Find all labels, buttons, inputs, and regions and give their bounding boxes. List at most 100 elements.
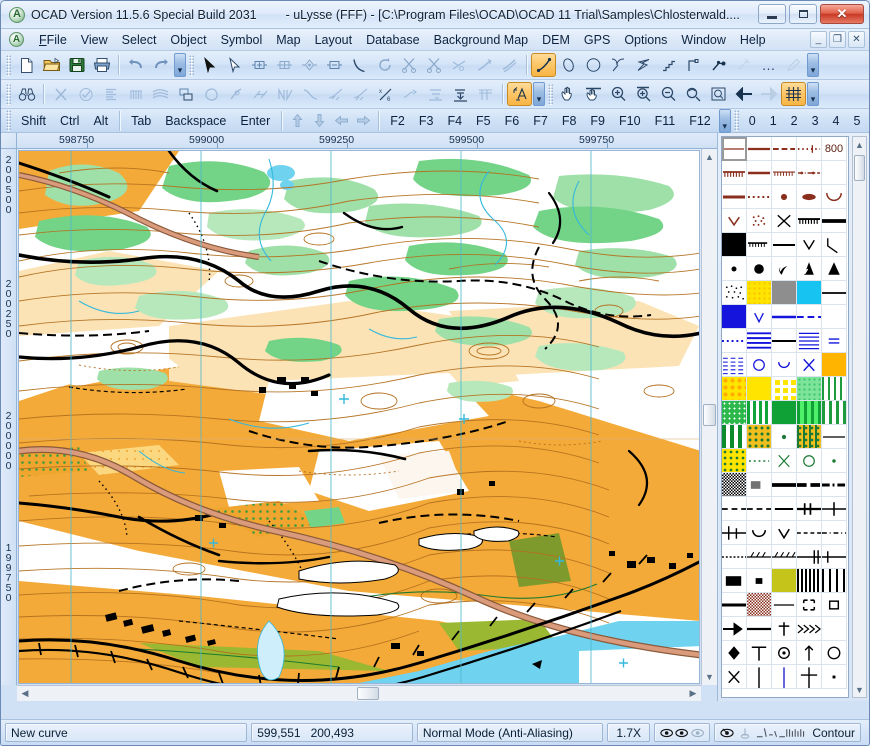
- symbol-tower-t[interactable]: [747, 641, 772, 665]
- symbol-wall-solid[interactable]: [722, 593, 747, 617]
- symbol-cross-x[interactable]: [722, 665, 747, 689]
- keybar-overflow-button[interactable]: ▾: [718, 108, 731, 133]
- symbol-sel-contour-line[interactable]: [722, 137, 747, 161]
- symbol-cultivated-land-olive[interactable]: [772, 569, 797, 593]
- key-shift[interactable]: Shift: [14, 111, 53, 131]
- symbol-single-tree-dot[interactable]: [772, 425, 797, 449]
- symbol-vegetation-lt-green[interactable]: [797, 377, 822, 401]
- menu-item-layout[interactable]: Layout: [308, 31, 360, 49]
- symbol-undergrowth-green[interactable]: [722, 425, 747, 449]
- key-5[interactable]: 5: [847, 111, 868, 131]
- forward-arrow-icon[interactable]: [756, 82, 781, 106]
- menu-item-map[interactable]: Map: [269, 31, 307, 49]
- symbol-earthbank-tick[interactable]: [722, 161, 747, 185]
- symbol-cave-symbol[interactable]: [772, 257, 797, 281]
- toolbar-overflow-button-4[interactable]: ▾: [807, 82, 819, 106]
- symbol-orchard-dots[interactable]: [747, 425, 772, 449]
- trace-icon[interactable]: [731, 53, 756, 77]
- redo-icon[interactable]: [148, 53, 173, 77]
- scroll-left-arrow-icon[interactable]: ◀: [18, 686, 32, 701]
- select-arrow-icon[interactable]: [197, 53, 222, 77]
- palette-scroll-up-arrow-icon[interactable]: ▲: [853, 138, 866, 151]
- symbol-forest-stripes-green[interactable]: [747, 401, 772, 425]
- key-f10[interactable]: F10: [612, 111, 648, 131]
- symbol-blank-2[interactable]: [822, 305, 847, 329]
- menu-item-window[interactable]: Window: [674, 31, 732, 49]
- zoom-out-icon[interactable]: [656, 82, 681, 106]
- symbol-tree-circle[interactable]: [797, 449, 822, 473]
- symbol-boulder-dot-large[interactable]: [747, 257, 772, 281]
- keybar-grip[interactable]: [6, 110, 11, 131]
- palette-scroll-down-arrow-icon[interactable]: ▼: [853, 683, 866, 696]
- print-icon[interactable]: [89, 53, 114, 77]
- key-ctrl[interactable]: Ctrl: [53, 111, 86, 131]
- key-f4[interactable]: F4: [440, 111, 469, 131]
- pan-hand-icon[interactable]: [556, 82, 581, 106]
- curve-tool-icon[interactable]: [531, 53, 556, 77]
- key-f3[interactable]: F3: [412, 111, 441, 131]
- left-arrow-icon[interactable]: [330, 111, 352, 131]
- key-2[interactable]: 2: [784, 111, 805, 131]
- menu-item-symbol[interactable]: Symbol: [214, 31, 270, 49]
- symbol-earth-dash-dot[interactable]: [797, 161, 822, 185]
- symbol-rock-black-area[interactable]: [722, 233, 747, 257]
- symbol-power-line-tick2[interactable]: [772, 545, 797, 569]
- open-folder-icon[interactable]: [39, 53, 64, 77]
- pen-icon[interactable]: [781, 53, 806, 77]
- symbol-open-orange-dots[interactable]: [722, 377, 747, 401]
- symbol-orchard-yellow-dots[interactable]: [722, 449, 747, 473]
- menu-item-database[interactable]: Database: [359, 31, 427, 49]
- symbol-control-point-circle[interactable]: [772, 641, 797, 665]
- polygon-tool-icon[interactable]: [631, 53, 656, 77]
- symbol-power-line-ticks[interactable]: [747, 545, 772, 569]
- map-vertical-scrollbar[interactable]: ▲ ▼: [701, 149, 717, 685]
- zoom-in-icon[interactable]: [606, 82, 631, 106]
- symbol-knoll-dot-filled[interactable]: [797, 185, 822, 209]
- symbol-rough-open-dots[interactable]: [772, 377, 797, 401]
- symbol-diamond-filled[interactable]: [722, 641, 747, 665]
- symbol-depression-arc[interactable]: [822, 185, 847, 209]
- key-f8[interactable]: F8: [555, 111, 584, 131]
- symbol-vegetation-stripes[interactable]: [822, 377, 847, 401]
- status-layer-panel[interactable]: Contour: [714, 723, 862, 742]
- key-f6[interactable]: F6: [498, 111, 527, 131]
- zoom-previous-icon[interactable]: [681, 82, 706, 106]
- reshape-icon[interactable]: [323, 82, 348, 106]
- keybar-grip-2[interactable]: [733, 110, 739, 131]
- menu-item-view[interactable]: View: [74, 31, 115, 49]
- freehand-icon[interactable]: [656, 53, 681, 77]
- symbol-paved-area-hatch[interactable]: [722, 473, 747, 497]
- menu-item-object[interactable]: Object: [163, 31, 213, 49]
- symbol-well-circle[interactable]: [747, 353, 772, 377]
- symbol-water-dash-blue[interactable]: [797, 305, 822, 329]
- symbol-road-dash-hatch[interactable]: [822, 473, 847, 497]
- symbol-marsh-hatch[interactable]: [797, 329, 822, 353]
- symbol-boulder-field-x[interactable]: [772, 209, 797, 233]
- symbol-open-sand-yellow[interactable]: [747, 281, 772, 305]
- key-backspace[interactable]: Backspace: [158, 111, 233, 131]
- palette-scrollbar[interactable]: ▲ ▼: [852, 136, 867, 698]
- key-0[interactable]: 0: [742, 111, 763, 131]
- symbol-palette-grid-container[interactable]: 800: [721, 136, 849, 698]
- symbol-marsh-stripes[interactable]: [747, 329, 772, 353]
- symbol-footpath-cross[interactable]: [797, 497, 822, 521]
- symbol-road-black-hatch[interactable]: [772, 473, 797, 497]
- toolbar-grip-4[interactable]: [548, 83, 553, 105]
- sort-icon[interactable]: [423, 82, 448, 106]
- connect-icon[interactable]: [248, 82, 273, 106]
- symbol-lake-cyan[interactable]: [797, 281, 822, 305]
- symbol-small-earthwall-dots[interactable]: [772, 161, 797, 185]
- map-hscroll-thumb[interactable]: [357, 687, 379, 700]
- symbol-power-line-dots[interactable]: [722, 545, 747, 569]
- symbol-paved-small[interactable]: [747, 473, 772, 497]
- symbol-contour-brown-solid[interactable]: [747, 137, 772, 161]
- insert-dash-point-icon[interactable]: [297, 53, 322, 77]
- undo-icon[interactable]: [123, 53, 148, 77]
- menu-item-gps[interactable]: GPS: [577, 31, 617, 49]
- symbol-blank-3[interactable]: [822, 617, 847, 641]
- window-maximize-button[interactable]: [789, 4, 817, 24]
- symbol-vegetation-slow-green[interactable]: [822, 401, 847, 425]
- toolbar-overflow-button-1[interactable]: ▾: [174, 53, 186, 77]
- symbol-path-cross-line[interactable]: [722, 521, 747, 545]
- rotate-icon[interactable]: [372, 53, 397, 77]
